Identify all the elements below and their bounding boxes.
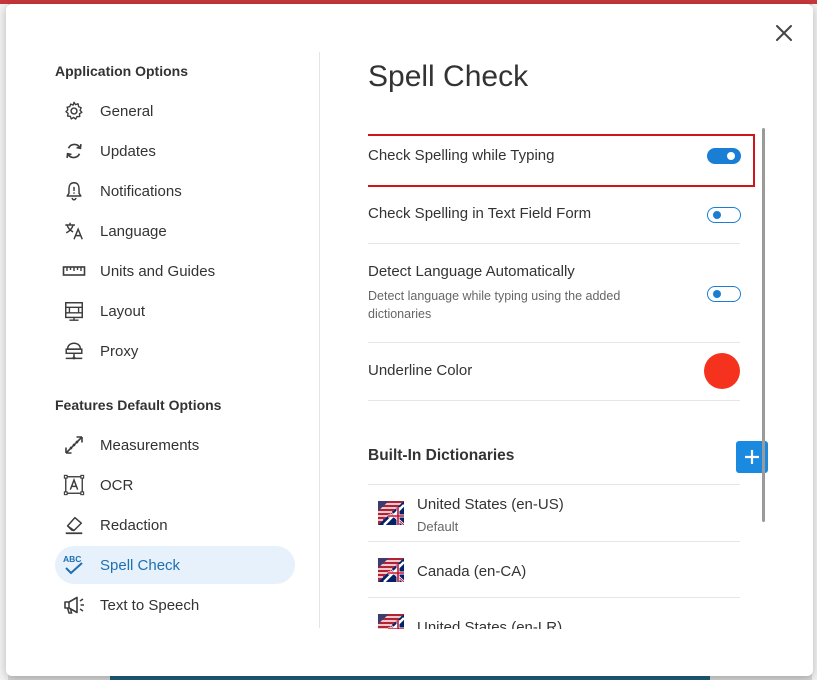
settings-sidebar: Application Options General Updates Noti… xyxy=(6,4,320,676)
sidebar-item-label: Updates xyxy=(100,142,156,160)
dictionary-default-label: Default xyxy=(417,519,459,534)
sidebar-item-layout[interactable]: Layout xyxy=(55,292,295,330)
sidebar-item-spell-check[interactable]: ABC Spell Check xyxy=(55,546,295,584)
sidebar-item-proxy[interactable]: Proxy xyxy=(55,332,295,370)
network-icon xyxy=(62,339,86,363)
check-spelling-while-typing-toggle[interactable] xyxy=(707,148,741,164)
setting-label: Check Spelling in Text Field Form xyxy=(368,205,592,222)
sidebar-item-label: Units and Guides xyxy=(100,262,216,280)
sidebar-item-measurements[interactable]: Measurements xyxy=(55,426,295,464)
sidebar-item-label: Proxy xyxy=(100,342,139,360)
dictionary-name: United States (en-US) xyxy=(417,496,564,513)
ruler-icon xyxy=(62,259,86,283)
close-button[interactable] xyxy=(773,22,795,44)
gear-icon xyxy=(62,99,86,123)
sidebar-item-label: Language xyxy=(100,222,167,240)
dictionary-item-en-lr[interactable]: United States (en-LR) xyxy=(368,598,740,629)
toggle-knob xyxy=(727,152,735,160)
sidebar-divider xyxy=(319,52,320,628)
setting-label: Detect Language Automatically xyxy=(368,263,575,280)
sidebar-item-language[interactable]: Language xyxy=(55,212,295,250)
flag-us-gb-icon xyxy=(378,558,404,582)
translate-icon xyxy=(62,219,86,243)
check-spelling-text-field-toggle[interactable] xyxy=(707,207,741,223)
flag-us-gb-icon xyxy=(378,614,404,629)
application-options-title: Application Options xyxy=(55,63,188,79)
built-in-dictionaries-title: Built-In Dictionaries xyxy=(368,447,515,464)
sidebar-item-label: Redaction xyxy=(100,516,168,534)
measure-icon xyxy=(62,433,86,457)
sidebar-item-label: Layout xyxy=(100,302,146,320)
dictionary-name: United States (en-LR) xyxy=(417,619,563,629)
bell-icon xyxy=(62,179,86,203)
content-scrollbar[interactable] xyxy=(762,128,765,522)
sidebar-item-notifications[interactable]: Notifications xyxy=(55,172,295,210)
detect-language-toggle[interactable] xyxy=(707,286,741,302)
flag-us-gb-icon xyxy=(378,501,404,525)
dictionary-item-en-us[interactable]: United States (en-US) Default xyxy=(368,485,740,542)
sidebar-item-label: OCR xyxy=(100,476,134,494)
setting-detect-language: Detect Language Automatically Detect lan… xyxy=(368,244,741,343)
sidebar-item-label: Spell Check xyxy=(100,556,181,574)
ocr-icon xyxy=(62,473,86,497)
plus-icon xyxy=(745,450,759,464)
sidebar-item-label: General xyxy=(100,102,154,120)
sidebar-item-updates[interactable]: Updates xyxy=(55,132,295,170)
close-icon xyxy=(776,25,792,41)
toggle-knob xyxy=(713,290,721,298)
sidebar-item-label: Measurements xyxy=(100,436,200,454)
sidebar-item-label: Text to Speech xyxy=(100,596,200,614)
setting-label: Check Spelling while Typing xyxy=(368,147,555,164)
spellcheck-icon: ABC xyxy=(62,553,86,577)
settings-dialog: Application Options General Updates Noti… xyxy=(6,4,813,676)
dictionary-item-en-ca[interactable]: Canada (en-CA) xyxy=(368,542,740,598)
refresh-icon xyxy=(62,139,86,163)
eraser-icon xyxy=(62,513,86,537)
sidebar-item-ocr[interactable]: OCR xyxy=(55,466,295,504)
setting-label: Underline Color xyxy=(368,362,473,379)
dictionary-name: Canada (en-CA) xyxy=(417,563,527,580)
sidebar-item-label: Notifications xyxy=(100,182,182,200)
sidebar-item-units-and-guides[interactable]: Units and Guides xyxy=(55,252,295,290)
setting-underline-color: Underline Color xyxy=(368,343,740,401)
setting-check-spelling-while-typing: Check Spelling while Typing xyxy=(368,134,741,189)
underline-color-swatch[interactable] xyxy=(704,353,740,389)
sidebar-item-text-to-speech[interactable]: Text to Speech xyxy=(55,586,295,624)
setting-description: Detect language while typing using the a… xyxy=(368,289,621,321)
svg-text:ABC: ABC xyxy=(63,554,81,564)
layout-icon xyxy=(62,299,86,323)
sidebar-item-general[interactable]: General xyxy=(55,92,295,130)
setting-check-spelling-text-field: Check Spelling in Text Field Form xyxy=(368,188,741,244)
megaphone-icon xyxy=(62,593,86,617)
sidebar-item-redaction[interactable]: Redaction xyxy=(55,506,295,544)
features-default-options-title: Features Default Options xyxy=(55,397,222,413)
settings-scroll-area[interactable]: Check Spelling while Typing Check Spelli… xyxy=(368,4,768,629)
toggle-knob xyxy=(713,211,721,219)
